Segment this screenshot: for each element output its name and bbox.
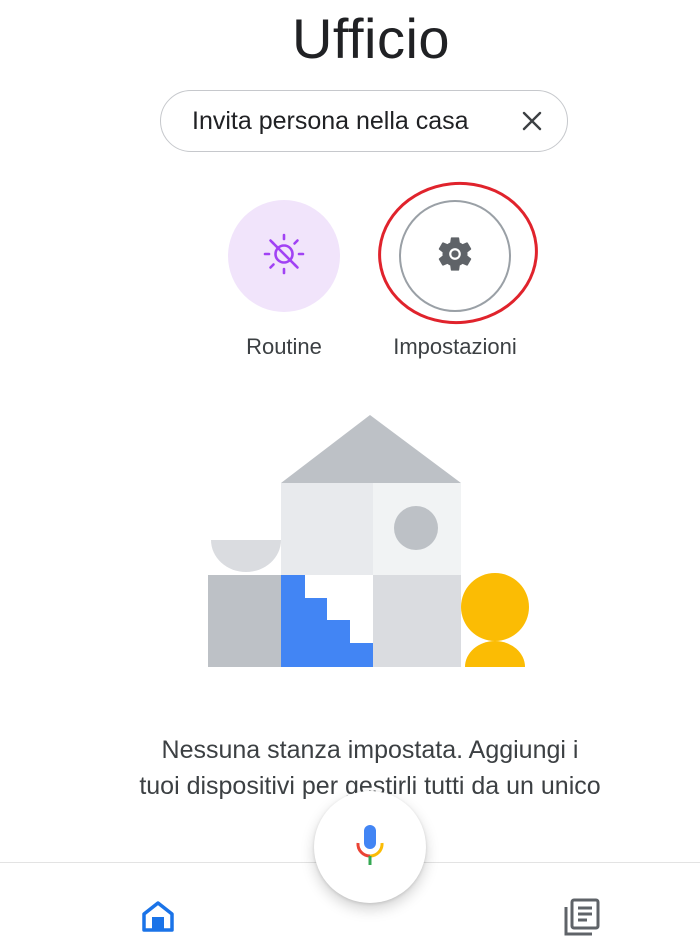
invite-chip-label: Invita persona nella casa (192, 106, 469, 135)
settings-action[interactable]: Impostazioni (375, 200, 535, 360)
gear-icon (435, 234, 475, 279)
settings-button[interactable] (399, 200, 511, 312)
routine-action[interactable]: Routine (228, 200, 340, 360)
house-illustration (205, 415, 535, 675)
routine-label: Routine (246, 334, 322, 359)
feed-icon[interactable] (562, 897, 602, 937)
page-title: Ufficio (291, 7, 451, 70)
settings-label: Impostazioni (393, 334, 517, 359)
google-mic-icon (355, 823, 385, 872)
invite-person-chip[interactable]: Invita persona nella casa (160, 90, 568, 152)
home-screen: Ufficio Invita persona nella casa Routin… (0, 0, 700, 938)
empty-message-line-1: Nessuna stanza impostata. Aggiungi i (161, 736, 579, 764)
routine-button[interactable] (228, 200, 340, 312)
close-icon[interactable] (519, 108, 545, 134)
routine-sun-icon (261, 231, 307, 282)
google-assistant-mic-button[interactable] (314, 791, 426, 903)
home-icon[interactable] (141, 899, 175, 933)
